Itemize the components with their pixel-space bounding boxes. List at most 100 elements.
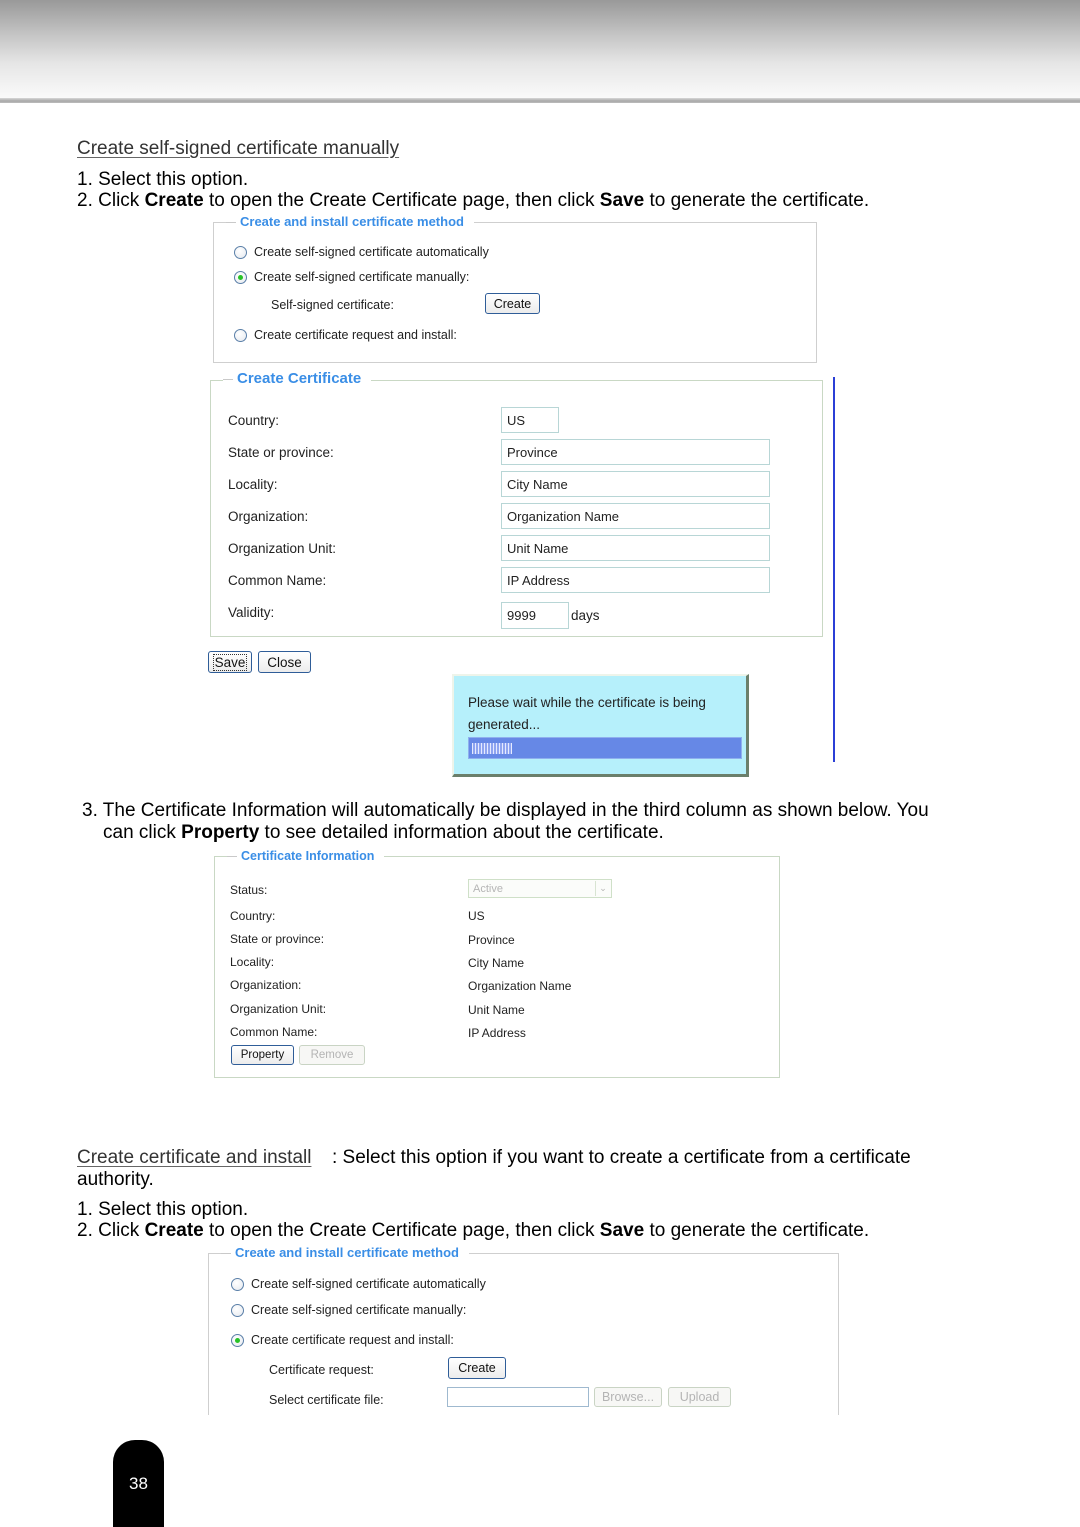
property-button-label: Property bbox=[240, 1049, 285, 1061]
status-label: Status: bbox=[230, 883, 268, 897]
step3-prefix: can click bbox=[103, 822, 182, 843]
state-input[interactable]: Province bbox=[501, 439, 770, 465]
common-name-input[interactable]: IP Address bbox=[501, 567, 770, 593]
s2-step2-save-bold: Save bbox=[599, 1220, 645, 1241]
info-state-label: State or province: bbox=[230, 932, 325, 946]
organization-value: Organization Name bbox=[507, 508, 619, 524]
select-file-label: Select certificate file: bbox=[269, 1393, 384, 1407]
option2-manual[interactable]: Create self-signed certificate manually: bbox=[231, 1303, 466, 1317]
option-manual[interactable]: Create self-signed certificate manually: bbox=[234, 270, 469, 284]
state-value: Province bbox=[507, 444, 558, 460]
upload-button-label: Upload bbox=[679, 1390, 720, 1404]
section-heading-cert-install: Create certificate and install bbox=[77, 1147, 312, 1168]
radio2-manual[interactable] bbox=[231, 1303, 244, 1317]
option2-request[interactable]: Create certificate request and install: bbox=[231, 1333, 454, 1347]
method-panel-1-legend: Create and install certificate method bbox=[226, 214, 474, 230]
step2-save-bold: Save bbox=[599, 190, 645, 211]
save-button-label: Save bbox=[212, 653, 248, 671]
info-organization-label: Organization: bbox=[230, 978, 302, 992]
create-request-button-label: Create bbox=[458, 1361, 496, 1375]
create-button[interactable]: Create bbox=[485, 293, 540, 314]
step2-suffix: to generate the certificate. bbox=[644, 190, 870, 211]
create-request-button[interactable]: Create bbox=[448, 1357, 506, 1379]
option-auto[interactable]: Create self-signed certificate automatic… bbox=[234, 245, 489, 259]
option2-request-label: Create certificate request and install: bbox=[251, 1333, 454, 1347]
info-common-name-value: IP Address bbox=[468, 1026, 526, 1040]
organization-input[interactable]: Organization Name bbox=[501, 503, 770, 529]
step3-line1: 3. The Certificate Information will auto… bbox=[82, 800, 929, 821]
step3-suffix: to see detailed information about the ce… bbox=[259, 822, 664, 843]
info-organization-value: Organization Name bbox=[468, 979, 572, 993]
locality-input[interactable]: City Name bbox=[501, 471, 770, 497]
locality-value: City Name bbox=[507, 476, 568, 492]
window-edge-line bbox=[833, 377, 835, 762]
upload-button[interactable]: Upload bbox=[668, 1387, 731, 1407]
cert-request-label: Certificate request: bbox=[269, 1363, 374, 1377]
info-locality-label: Locality: bbox=[230, 955, 275, 969]
organization-label: Organization: bbox=[228, 509, 309, 524]
radio2-request[interactable] bbox=[231, 1333, 244, 1347]
chevron-down-icon: ⌄ bbox=[595, 881, 610, 896]
s2-step2-suffix: to generate the certificate. bbox=[644, 1220, 870, 1241]
method-panel-2-legend: Create and install certificate method bbox=[221, 1245, 469, 1261]
s2-step2-create-bold: Create bbox=[144, 1220, 204, 1241]
section2-desc-line2: authority. bbox=[77, 1169, 154, 1190]
option-request[interactable]: Create certificate request and install: bbox=[234, 328, 457, 342]
method-panel-1: Create and install certificate method Cr… bbox=[213, 214, 817, 363]
remove-button[interactable]: Remove bbox=[299, 1045, 365, 1065]
info-common-name-label: Common Name: bbox=[230, 1025, 318, 1039]
progress-bar-fill bbox=[472, 743, 512, 754]
locality-label: Locality: bbox=[228, 477, 278, 492]
page-number: 38 bbox=[129, 1473, 148, 1493]
section2-step1: 1. Select this option. bbox=[77, 1199, 249, 1220]
validity-unit: days bbox=[571, 608, 600, 623]
validity-input[interactable]: 9999 bbox=[501, 602, 569, 629]
s2-step2-mid: to open the Create Certificate page, the… bbox=[203, 1220, 600, 1241]
s2-step2-prefix: 2. Click bbox=[77, 1220, 145, 1241]
step2-prefix: 2. Click bbox=[77, 190, 145, 211]
section-heading-self-signed-manual: Create self-signed certificate manually bbox=[77, 138, 400, 159]
browse-button[interactable]: Browse... bbox=[594, 1387, 662, 1407]
page-header-band bbox=[0, 0, 1080, 98]
self-signed-cert-label: Self-signed certificate: bbox=[271, 298, 394, 312]
radio-auto[interactable] bbox=[234, 245, 247, 259]
wait-message: Please wait while the certificate is bei… bbox=[468, 695, 706, 732]
header-divider bbox=[0, 98, 1080, 103]
org-unit-input[interactable]: Unit Name bbox=[501, 535, 770, 561]
common-name-label: Common Name: bbox=[228, 573, 327, 588]
browse-button-label: Browse... bbox=[601, 1390, 655, 1404]
certificate-file-input[interactable] bbox=[447, 1387, 589, 1407]
radio-request[interactable] bbox=[234, 328, 247, 342]
section1-step1: 1. Select this option. bbox=[77, 169, 249, 190]
create-button-label: Create bbox=[493, 296, 532, 311]
option-request-label: Create certificate request and install: bbox=[254, 328, 457, 342]
info-country-value: US bbox=[468, 909, 485, 923]
validity-label: Validity: bbox=[228, 605, 275, 620]
close-button-label: Close bbox=[267, 654, 302, 670]
info-org-unit-label: Organization Unit: bbox=[230, 1002, 327, 1016]
info-country-label: Country: bbox=[230, 909, 276, 923]
close-button[interactable]: Close bbox=[258, 651, 311, 673]
step3-property-bold: Property bbox=[181, 822, 260, 843]
country-label: Country: bbox=[228, 413, 280, 428]
common-name-value: IP Address bbox=[507, 572, 570, 588]
radio2-auto[interactable] bbox=[231, 1277, 244, 1291]
option2-auto-label: Create self-signed certificate automatic… bbox=[251, 1277, 486, 1291]
option2-manual-label: Create self-signed certificate manually: bbox=[251, 1303, 467, 1317]
radio-manual[interactable] bbox=[234, 270, 247, 284]
option-auto-label: Create self-signed certificate automatic… bbox=[254, 245, 489, 259]
country-value: US bbox=[507, 412, 526, 428]
country-input[interactable]: US bbox=[501, 407, 559, 433]
certificate-information-panel: Certificate Information Status: Active ⌄… bbox=[214, 848, 780, 1078]
org-unit-value: Unit Name bbox=[507, 540, 569, 556]
section2-step2: 2. Click Create to open the Create Certi… bbox=[77, 1220, 869, 1242]
section1-step2: 2. Click Create to open the Create Certi… bbox=[77, 190, 869, 212]
option2-auto[interactable]: Create self-signed certificate automatic… bbox=[231, 1277, 486, 1291]
validity-value: 9999 bbox=[507, 608, 536, 623]
org-unit-label: Organization Unit: bbox=[228, 541, 337, 556]
wait-dialog: Please wait while the certificate is bei… bbox=[452, 674, 749, 777]
save-button[interactable]: Save bbox=[208, 651, 252, 673]
property-button[interactable]: Property bbox=[231, 1045, 294, 1065]
status-select[interactable]: Active ⌄ bbox=[468, 879, 612, 898]
option-manual-label: Create self-signed certificate manually: bbox=[254, 270, 470, 284]
